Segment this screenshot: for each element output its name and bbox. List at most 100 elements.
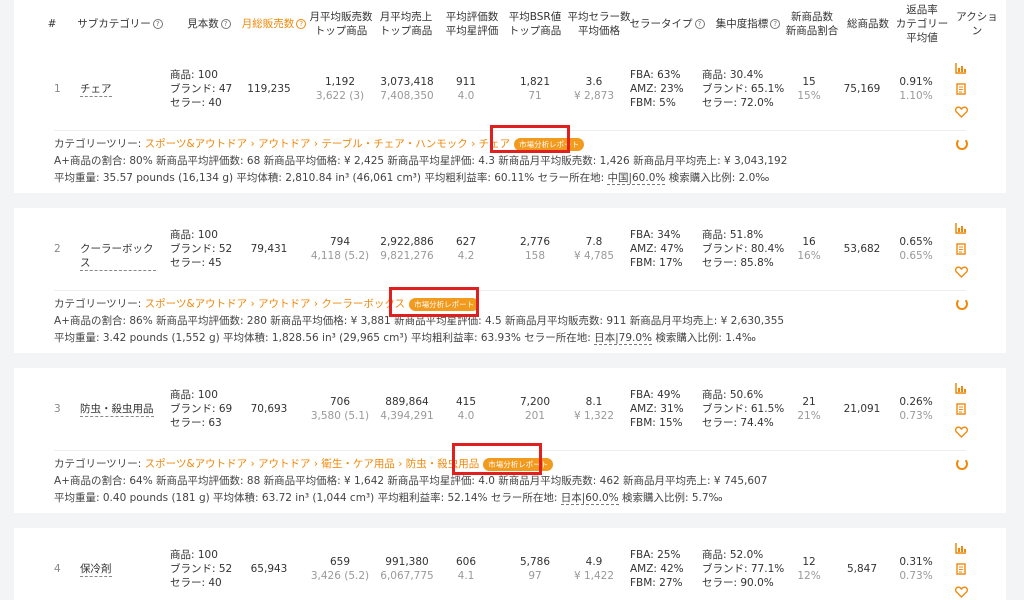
document-icon[interactable] [955, 80, 969, 95]
subcategory-link[interactable]: クーラーボックス [80, 242, 156, 271]
avg-revenue-secondary: 4,394,291 [380, 410, 434, 422]
avg-revenue-value: 2,922,886 [380, 236, 434, 248]
new-count: 12 [802, 556, 816, 568]
avg-sales-value: 1,192 [324, 76, 356, 88]
return-rate-value: 0.65% [899, 236, 933, 248]
monthly-sales: 70,693 [250, 403, 288, 415]
concentration-line: セラー: 72.0% [702, 97, 774, 109]
help-icon[interactable]: ? [220, 19, 231, 29]
return-rate-avg: 0.65% [899, 250, 933, 262]
subcategory-name[interactable]: チェア [80, 82, 112, 97]
avg-reviews: 627 4.2 [442, 235, 490, 263]
category-tree-link[interactable]: スポーツ&アウトドア [145, 298, 247, 310]
new-products: 16 16% [794, 235, 824, 263]
header-seller-type[interactable]: セラータイプ? [626, 0, 708, 48]
category-tree-link[interactable]: スポーツ&アウトドア [145, 138, 247, 150]
header-total-products[interactable]: 総商品数 [840, 0, 896, 48]
seller-location-link[interactable]: 日本|60.0% [560, 492, 619, 505]
category-tree-link[interactable]: アウトドア [258, 458, 311, 470]
highlight-box [490, 125, 570, 153]
heart-icon[interactable] [955, 583, 969, 598]
avg-bsr-value: 7,200 [519, 396, 551, 408]
row-index: 1 [54, 83, 61, 95]
header-new-products[interactable]: 新商品数 新商品割合 [784, 0, 840, 48]
help-icon[interactable]: ? [770, 19, 781, 29]
subcategory-name[interactable]: 防虫・殺虫用品 [80, 402, 154, 417]
concentration: 商品: 52.0% ブランド: 77.1% セラー: 90.0% [702, 548, 784, 590]
document-icon[interactable] [955, 240, 969, 255]
sample-line: ブランド: 52 [170, 563, 233, 575]
document-icon[interactable] [955, 400, 969, 415]
refresh-icon[interactable] [956, 138, 968, 150]
seller-location-link[interactable]: 中国|60.0% [607, 172, 666, 185]
help-icon[interactable]: ? [296, 19, 307, 29]
heart-icon[interactable] [955, 103, 969, 118]
header-avg-revenue[interactable]: 月平均売上 トップ商品 [370, 0, 442, 48]
subcategory-link[interactable]: 防虫・殺虫用品 [80, 402, 156, 417]
bar-chart-icon[interactable] [955, 539, 969, 554]
header-subcategory[interactable]: サブカテゴリー? [70, 0, 170, 48]
avg-sales-secondary: 3,580 (5.1) [310, 410, 370, 422]
header-avg-reviews[interactable]: 平均評価数 平均星評価 [440, 0, 504, 48]
avg-reviews-value: 415 [455, 396, 477, 408]
concentration-line: 商品: 52.0% [702, 549, 764, 561]
heart-icon[interactable] [955, 263, 969, 278]
total-products: 5,847 [846, 563, 878, 575]
highlight-box [452, 443, 542, 475]
category-card: 2 クーラーボックス 商品: 100 ブランド: 52 セラー: 45 79,431 794… [14, 208, 1006, 353]
breadcrumb-separator: › [247, 458, 259, 470]
header-concentration[interactable]: 集中度指標? [708, 0, 788, 48]
monthly-sales: 65,943 [250, 563, 288, 575]
avg-reviews-value: 627 [455, 236, 477, 248]
avg-bsr-secondary: 158 [524, 250, 546, 262]
sample-line: セラー: 40 [170, 97, 222, 109]
refresh-icon[interactable] [956, 298, 968, 310]
header-avg-bsr[interactable]: 平均BSR値 トップ商品 [502, 0, 568, 48]
avg-reviews: 415 4.0 [442, 395, 490, 423]
header-index: # [47, 18, 57, 30]
seller-location-link[interactable]: 日本|79.0% [594, 332, 653, 345]
breadcrumb-separator: › [247, 298, 259, 310]
heart-icon[interactable] [955, 423, 969, 438]
avg-sellers: 8.1 ¥ 1,322 [566, 395, 622, 423]
avg-revenue-secondary: 7,408,350 [380, 90, 434, 102]
category-tree-link[interactable]: 衛生・ケア用品 [321, 458, 395, 470]
category-tree-label: カテゴリーツリー: [54, 298, 142, 310]
avg-revenue-secondary: 9,821,276 [380, 250, 434, 262]
return-rate: 0.26% 0.73% [894, 395, 938, 423]
bar-chart-icon[interactable] [955, 219, 969, 234]
sample-line: ブランド: 47 [170, 83, 233, 95]
sample-counts: 商品: 100 ブランド: 69 セラー: 63 [170, 388, 232, 430]
header-return-rate[interactable]: 返品率 カテゴリー 平均値 [890, 0, 954, 48]
concentration-line: ブランド: 61.5% [702, 403, 785, 415]
category-tree-link[interactable]: スポーツ&アウトドア [145, 458, 247, 470]
header-monthly-sales[interactable]: 月総販売数? [234, 0, 314, 48]
category-tree-link[interactable]: アウトドア [258, 138, 311, 150]
document-icon[interactable] [955, 560, 969, 575]
new-product-stats: A+商品の割合: 80% 新商品平均評価数: 68 新商品平均価格: ¥ 2,4… [54, 155, 788, 167]
concentration: 商品: 50.6% ブランド: 61.5% セラー: 74.4% [702, 388, 784, 430]
help-icon[interactable]: ? [694, 19, 705, 29]
concentration-line: ブランド: 80.4% [702, 243, 785, 255]
subcategory-name[interactable]: クーラーボックス [80, 242, 156, 271]
header-avg-sellers[interactable]: 平均セラー数 平均価格 [566, 0, 632, 48]
avg-reviews: 911 4.0 [442, 75, 490, 103]
bar-chart-icon[interactable] [955, 59, 969, 74]
avg-sales-value: 794 [329, 236, 351, 248]
refresh-icon[interactable] [956, 458, 968, 470]
help-icon[interactable]: ? [152, 19, 163, 29]
avg-revenue: 889,864 4,394,291 [370, 395, 444, 423]
subcategory-link[interactable]: 保冷剤 [80, 562, 156, 577]
header-avg-sales[interactable]: 月平均販売数 トップ商品 [308, 0, 374, 48]
sample-counts: 商品: 100 ブランド: 52 セラー: 40 [170, 548, 232, 590]
bar-chart-icon[interactable] [955, 379, 969, 394]
category-tree-link[interactable]: テーブル・チェア・ハンモック [321, 138, 467, 150]
avg-sellers: 4.9 ¥ 1,422 [566, 555, 622, 583]
category-tree-link[interactable]: アウトドア [258, 298, 311, 310]
physical-stats-main: 平均重量: 0.40 pounds (181 g) 平均体積: 63.72 in… [54, 492, 558, 504]
new-product-stats: A+商品の割合: 64% 新商品平均評価数: 88 新商品平均価格: ¥ 1,6… [54, 475, 768, 487]
subcategory-link[interactable]: チェア [80, 82, 156, 97]
sample-line: ブランド: 52 [170, 243, 233, 255]
subcategory-name[interactable]: 保冷剤 [80, 562, 112, 577]
concentration-line: 商品: 50.6% [702, 389, 764, 401]
